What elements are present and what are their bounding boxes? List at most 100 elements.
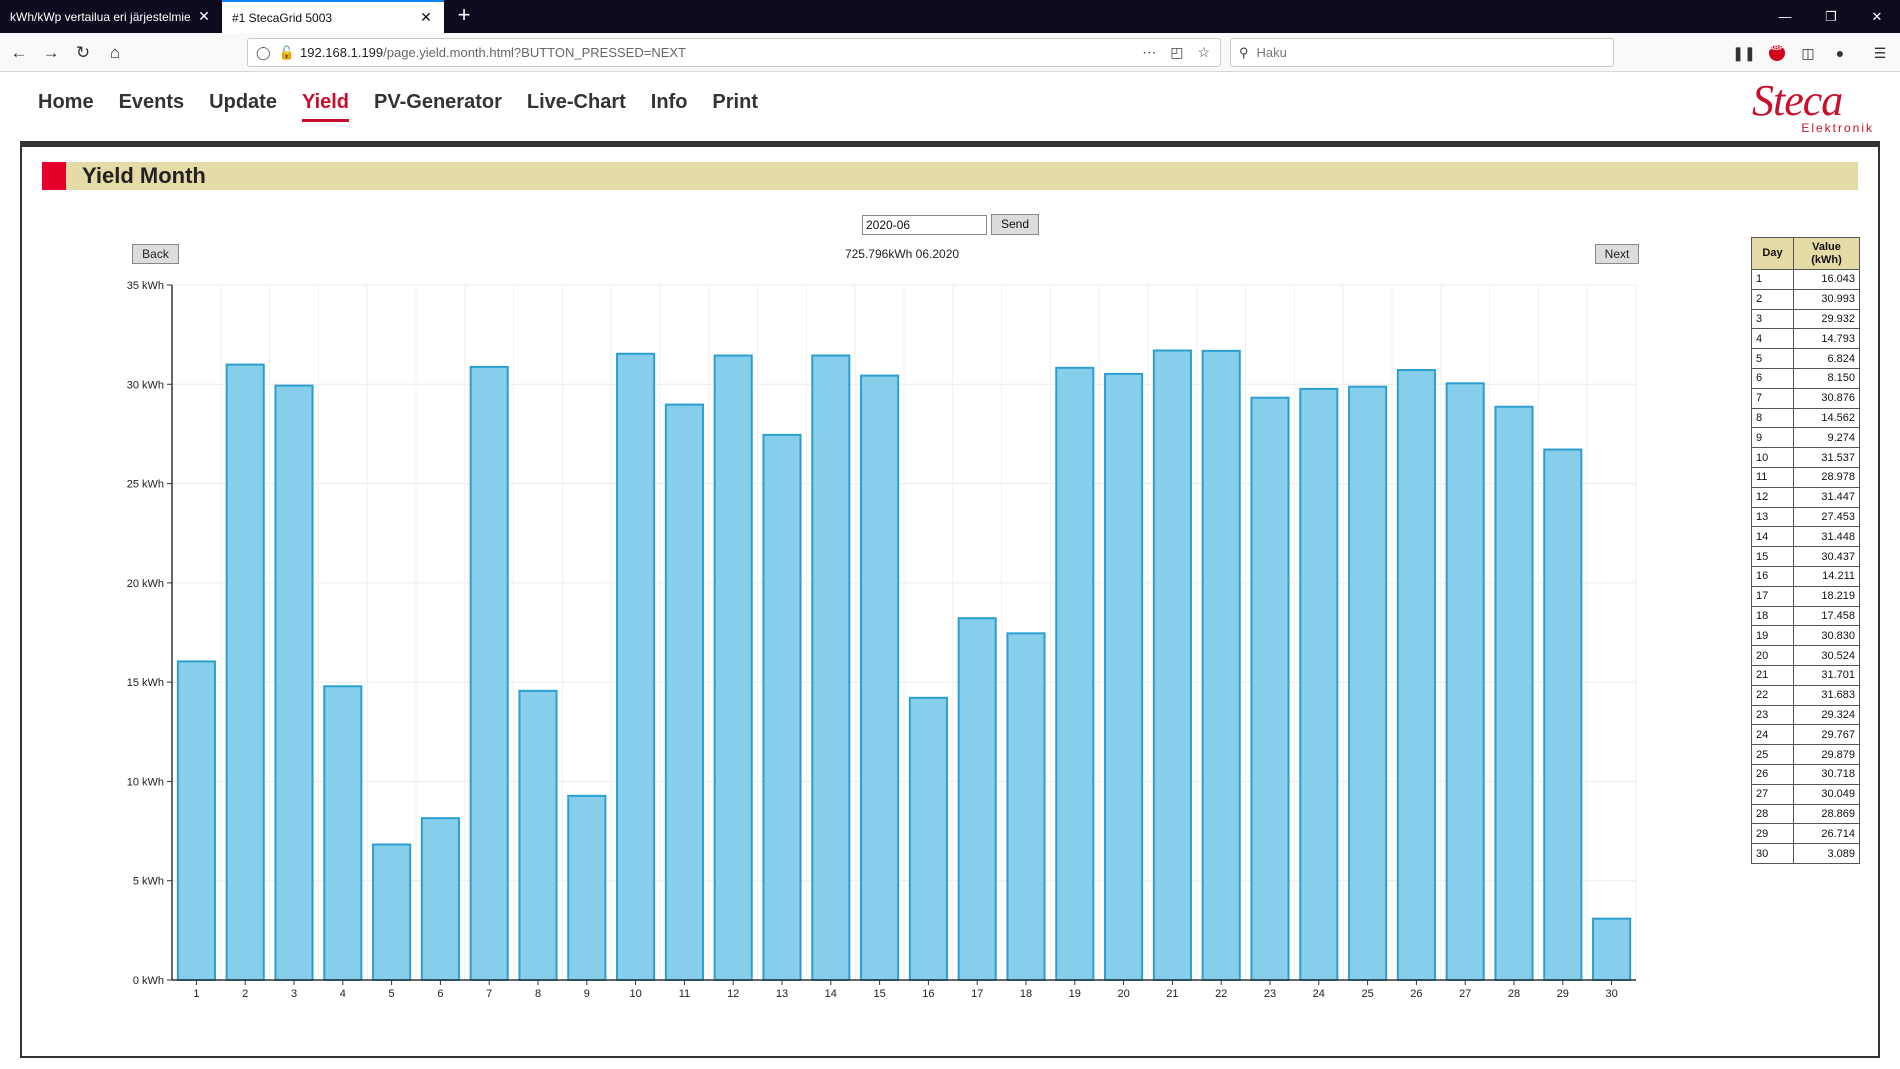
forward-arrow-icon[interactable]: → xyxy=(38,40,64,66)
minimize-icon[interactable]: — xyxy=(1762,0,1808,33)
table-cell-day: 10 xyxy=(1751,447,1794,468)
bar-day-24 xyxy=(1299,387,1339,982)
table-cell-day: 20 xyxy=(1751,645,1794,666)
x-tick-label: 18 xyxy=(1020,988,1032,1000)
menu-item-print[interactable]: Print xyxy=(712,91,758,122)
shield-icon[interactable]: ◯ xyxy=(256,45,271,61)
table-cell-day: 18 xyxy=(1751,605,1794,627)
table-row: 11 28.978 xyxy=(1751,466,1860,488)
yield-table: Day Value (kWh) 1 16.043 2 30.993 3 29.932 4 14.… xyxy=(1751,237,1860,864)
x-tick-label: 1 xyxy=(193,988,199,1000)
month-input[interactable]: 2020-06 xyxy=(862,215,987,235)
table-cell-value: 16.043 xyxy=(1793,269,1860,290)
table-row: 6 8.150 xyxy=(1751,367,1860,389)
more-actions-icon[interactable]: ⋯ xyxy=(1142,44,1156,61)
bar-day-1 xyxy=(176,660,216,981)
table-cell-day: 8 xyxy=(1751,407,1794,429)
back-button[interactable]: Back xyxy=(132,244,179,264)
bar-day-30 xyxy=(1592,917,1632,982)
table-row: 21 31.701 xyxy=(1751,664,1860,686)
table-row: 19 30.830 xyxy=(1751,625,1860,647)
maximize-icon[interactable]: ❐ xyxy=(1808,0,1854,33)
column-header-value: Value (kWh) xyxy=(1793,237,1860,270)
url-bar[interactable]: ◯ 🔓 192.168.1.199/page.yield.month.html?… xyxy=(247,38,1221,67)
x-tick-label: 12 xyxy=(727,988,739,1000)
home-icon[interactable]: ⌂ xyxy=(102,40,128,66)
reload-icon[interactable]: ↻ xyxy=(70,40,96,66)
table-cell-value: 18.219 xyxy=(1793,585,1860,607)
y-tick-label: 0 kWh xyxy=(133,975,164,987)
table-cell-value: 29.767 xyxy=(1793,724,1860,746)
browser-tab-active[interactable]: #1 StecaGrid 5003 ✕ xyxy=(222,0,444,33)
x-tick-label: 16 xyxy=(922,988,934,1000)
bar-day-29 xyxy=(1543,448,1583,981)
x-tick-label: 9 xyxy=(584,988,590,1000)
menu-item-events[interactable]: Events xyxy=(119,91,185,122)
x-tick-label: 14 xyxy=(825,988,837,1000)
x-tick-label: 28 xyxy=(1508,988,1520,1000)
menu-item-yield[interactable]: Yield xyxy=(301,91,350,122)
table-cell-day: 29 xyxy=(1751,823,1794,845)
menu-item-pv-generator[interactable]: PV-Generator xyxy=(374,91,502,122)
table-cell-value: 28.978 xyxy=(1793,466,1860,488)
table-row: 23 29.324 xyxy=(1751,704,1860,726)
table-cell-day: 14 xyxy=(1751,526,1794,548)
send-button[interactable]: Send xyxy=(991,214,1039,235)
close-icon[interactable]: ✕ xyxy=(196,8,212,25)
table-header-row: Day Value (kWh) xyxy=(1751,237,1860,270)
table-cell-value: 17.458 xyxy=(1793,605,1860,627)
insecure-lock-icon[interactable]: 🔓 xyxy=(279,45,295,61)
bar-day-7 xyxy=(469,365,509,981)
logo-word: Steca xyxy=(1752,76,1843,125)
adblock-icon[interactable]: ABP xyxy=(1766,43,1788,63)
tab-title: kWh/kWp vertailua eri järjestelmien xyxy=(10,9,190,24)
content-frame: Yield Month 2020-06 Send Back Next 725.7… xyxy=(20,141,1880,1058)
table-row: 1 16.043 xyxy=(1751,269,1860,290)
y-tick-label: 15 kWh xyxy=(127,677,164,689)
x-tick-label: 22 xyxy=(1215,988,1227,1000)
next-button[interactable]: Next xyxy=(1595,244,1639,264)
table-cell-day: 27 xyxy=(1751,783,1794,805)
month-total-label: 725.796kWh 06.2020 xyxy=(844,247,960,261)
x-tick-label: 24 xyxy=(1313,988,1325,1000)
bar-day-22 xyxy=(1201,349,1241,981)
x-tick-label: 27 xyxy=(1459,988,1471,1000)
x-tick-label: 5 xyxy=(389,988,395,1000)
search-input[interactable]: ⚲ Haku xyxy=(1230,38,1614,67)
table-cell-day: 17 xyxy=(1751,585,1794,607)
close-icon[interactable]: ✕ xyxy=(418,9,434,26)
hamburger-menu-icon[interactable]: ☰ xyxy=(1869,43,1891,63)
pocket-icon[interactable]: ◰ xyxy=(1170,44,1183,61)
table-cell-value: 30.718 xyxy=(1793,763,1860,785)
menu-item-live-chart[interactable]: Live-Chart xyxy=(527,91,626,122)
bar-day-19 xyxy=(1055,366,1095,982)
menu-item-home[interactable]: Home xyxy=(38,91,94,122)
library-icon[interactable]: ❚❚ xyxy=(1732,43,1755,63)
table-cell-value: 31.701 xyxy=(1793,664,1860,686)
menu-item-update[interactable]: Update xyxy=(209,91,277,122)
x-tick-label: 2 xyxy=(242,988,248,1000)
table-row: 8 14.562 xyxy=(1751,407,1860,429)
column-header-value-unit: (kWh) xyxy=(1811,253,1842,266)
back-arrow-icon[interactable]: ← xyxy=(6,40,32,66)
sidebar-icon[interactable]: ◫ xyxy=(1797,43,1819,63)
x-tick-label: 7 xyxy=(486,988,492,1000)
table-cell-day: 19 xyxy=(1751,625,1794,647)
close-window-icon[interactable]: ✕ xyxy=(1854,0,1900,33)
bar-day-27 xyxy=(1445,382,1485,981)
title-marker xyxy=(42,162,66,190)
account-icon[interactable]: ● xyxy=(1829,43,1851,63)
x-tick-label: 11 xyxy=(679,988,690,1000)
table-cell-day: 6 xyxy=(1751,367,1794,389)
table-row: 7 30.876 xyxy=(1751,387,1860,409)
new-tab-icon[interactable]: + xyxy=(452,4,476,28)
table-row: 24 29.767 xyxy=(1751,724,1860,746)
table-cell-value: 30.876 xyxy=(1793,387,1860,409)
menu-item-info[interactable]: Info xyxy=(651,91,688,122)
steca-logo: Steca Elektronik xyxy=(1752,76,1880,136)
browser-tab[interactable]: kWh/kWp vertailua eri järjestelmien ✕ xyxy=(0,0,222,33)
bar-day-28 xyxy=(1494,405,1534,981)
url-text[interactable]: 192.168.1.199/page.yield.month.html?BUTT… xyxy=(300,45,1142,60)
table-cell-day: 24 xyxy=(1751,724,1794,746)
bookmark-star-icon[interactable]: ☆ xyxy=(1197,44,1210,61)
